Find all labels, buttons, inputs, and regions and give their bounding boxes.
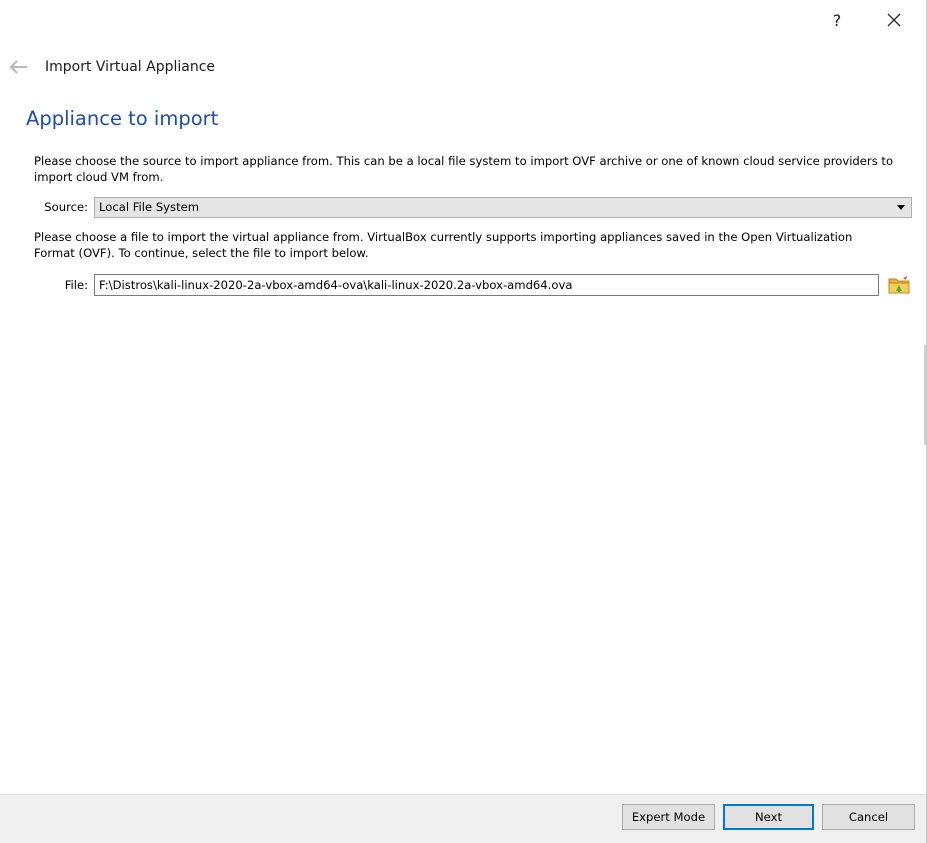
folder-icon [888,276,910,294]
source-label: Source: [44,200,88,214]
file-description: Please choose a file to import the virtu… [34,230,853,260]
window-edge [924,345,926,445]
file-path-input[interactable] [94,274,879,296]
next-button[interactable]: Next [723,804,814,830]
source-selected-value: Local File System [99,200,200,214]
help-button[interactable]: ? [815,6,859,34]
import-appliance-dialog: ? Import Virtual Appliance Appliance to … [0,0,927,843]
source-description: Please choose the source to import appli… [34,154,894,184]
footer-bar: Expert Mode Next Cancel [0,794,926,843]
back-arrow-icon [9,60,27,74]
close-icon [887,13,901,27]
back-button[interactable] [8,57,30,77]
close-button[interactable] [872,6,916,34]
source-dropdown[interactable]: Local File System [94,197,912,218]
dialog-title: Import Virtual Appliance [45,59,216,75]
file-label: File: [64,278,88,292]
help-icon: ? [832,10,842,30]
chevron-down-icon [897,205,905,210]
cancel-button[interactable]: Cancel [822,804,915,830]
page-heading: Appliance to import [26,107,219,130]
browse-file-button[interactable] [886,274,912,296]
expert-mode-button[interactable]: Expert Mode [622,804,715,830]
